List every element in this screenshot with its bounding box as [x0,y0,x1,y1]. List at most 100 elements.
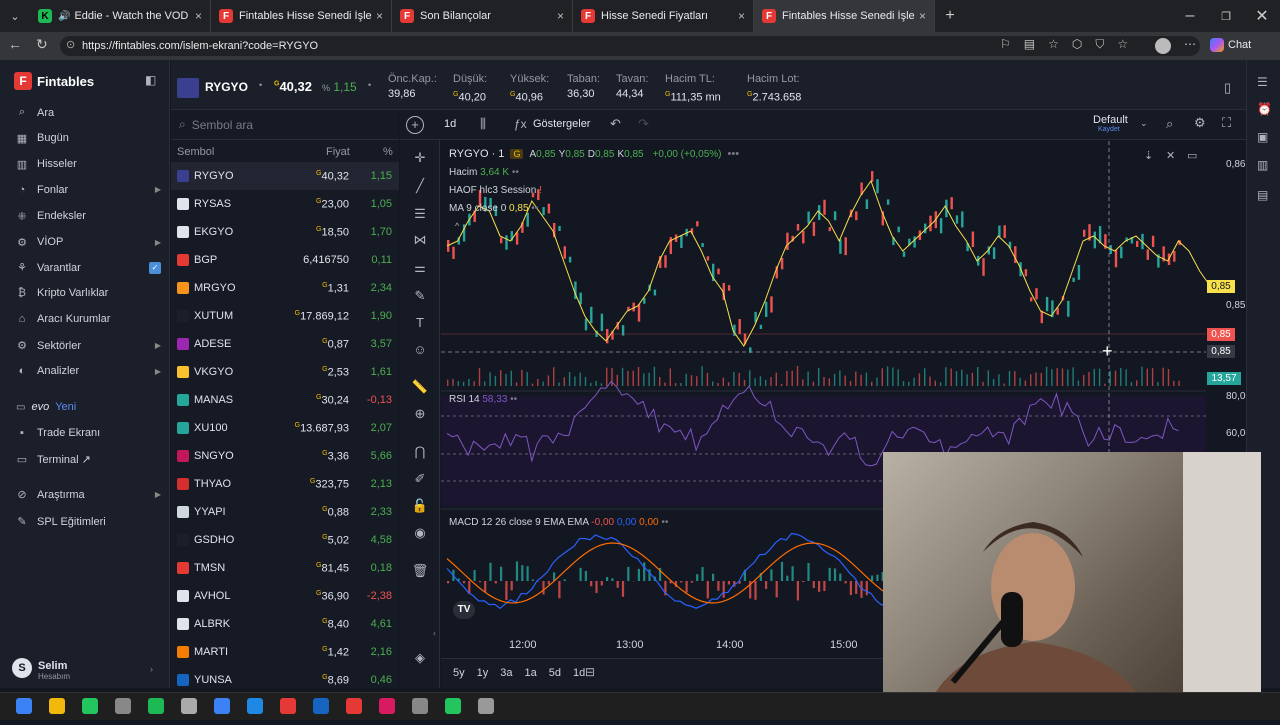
excel-taskbar-icon[interactable] [445,698,461,714]
close-tab-icon[interactable]: × [919,9,926,23]
extensions-icon[interactable]: ⬡ [1072,37,1082,52]
shield-icon[interactable]: ⛉ [1095,37,1104,52]
word-taskbar-icon[interactable] [247,698,263,714]
trash-icon[interactable]: 🗑 [411,563,429,581]
scroll-down-icon[interactable]: ⇣ [1144,149,1153,162]
close-window-icon[interactable]: ✕ [1244,6,1280,26]
watchlist-row[interactable]: ADESEG0,873,57 [171,330,399,358]
reader-icon[interactable]: ▤ [1024,37,1035,52]
watchlist-row[interactable]: MARTIG1,422,16 [171,638,399,666]
translate-icon[interactable]: ⚐ [1000,37,1011,52]
legend-more-icon[interactable]: ••• [728,148,740,160]
watchlist-row[interactable]: YYAPIG0,882,33 [171,498,399,526]
file-taskbar-icon[interactable] [115,698,131,714]
undo-icon[interactable]: ↶ [610,116,621,132]
edge-taskbar-icon[interactable] [82,698,98,714]
projection-icon[interactable]: ⚌ [411,260,429,278]
text-icon[interactable]: T [411,315,429,333]
sidebar-item-building[interactable]: ▥Hisseler [16,158,161,171]
close-tab-icon[interactable]: × [195,9,202,23]
browser-tab[interactable]: FFintables Hisse Senedi İşlem Ekranı× [211,0,392,32]
back-icon[interactable]: ← [8,36,22,52]
collapse-toolbar-icon[interactable]: ‹ [433,628,436,638]
maximize-icon[interactable]: ❐ [1208,10,1244,23]
spotify-taskbar-icon[interactable] [148,698,164,714]
watchlist-row[interactable]: MRGYOG1,312,34 [171,274,399,302]
collapse-pane-icon[interactable]: ✕ [1166,149,1175,162]
favorite-icon[interactable]: ☆ [1048,37,1059,52]
favorites-bar-icon[interactable]: ☆ [1117,37,1128,52]
zotero-taskbar-icon[interactable] [346,698,362,714]
watchlist-row[interactable]: AVHOLG36,90-2,38 [171,582,399,610]
watchlist-row[interactable]: THYAOG323,752,13 [171,470,399,498]
interval-button[interactable]: 1d [444,118,456,130]
copilot-chat-button[interactable]: Chat [1210,38,1251,52]
trendline-icon[interactable]: ╱ [411,178,429,196]
sidebar-item-crypto[interactable]: ₿Kripto Varlıklar [16,287,161,299]
fullscreen-icon[interactable]: ⛶ [1222,115,1231,131]
layout-save[interactable]: Kaydet [1098,126,1120,133]
zoom-in-icon[interactable]: ⊕ [411,406,429,424]
sidebar-item-research[interactable]: ⊘Araştırma▶ [16,488,161,501]
user-name[interactable]: Selim [38,660,67,672]
visibility-icon[interactable]: ◉ [411,525,429,543]
watchlist-row[interactable]: EKGYOG18,501,70 [171,218,399,246]
range-1y[interactable]: 1y [477,667,489,679]
sidebar-item-trade[interactable]: ▪Trade Ekranı [16,427,161,439]
minimize-icon[interactable]: – [1172,7,1208,25]
layout-name[interactable]: Default [1093,114,1128,126]
watchlist-row[interactable]: SNGYOG3,365,66 [171,442,399,470]
speaker-icon[interactable]: 🔊 [58,11,70,22]
collapse-sidebar-icon[interactable]: ◧ [145,73,156,87]
watchlist-row[interactable]: GSDHOG5,024,58 [171,526,399,554]
watchlist-row[interactable]: BGP6,4167500,11 [171,246,399,274]
profile-avatar[interactable] [1155,38,1171,54]
user-avatar[interactable]: S [12,658,32,678]
header-symbol[interactable]: RYGYO [205,80,248,94]
sidebar-item-evo[interactable]: ▭ evo Yeni [16,401,76,413]
site-info-icon[interactable]: ⊙ [66,38,75,51]
range-1a[interactable]: 1a [525,667,537,679]
watchlist-widget-icon[interactable]: ☰ [1257,75,1268,89]
brush-icon[interactable]: ✎ [411,288,429,306]
layout-chevron-icon[interactable]: ⌄ [1140,118,1148,129]
vscode-taskbar-icon[interactable] [412,698,428,714]
user-menu-chevron-icon[interactable]: › [150,664,153,674]
close-tab-icon[interactable]: × [557,9,564,23]
watchlist-row[interactable]: VKGYOG2,531,61 [171,358,399,386]
pattern-icon[interactable]: ⋈ [411,232,429,250]
candle-type-icon[interactable]: ⫼ [480,116,486,132]
sidebar-item-analysis[interactable]: ◐Analizler▶ [16,365,161,377]
emoji-icon[interactable]: ☺ [411,342,429,360]
col-price-header[interactable]: Fiyat [326,146,350,158]
sidebar-item-calendar[interactable]: ▦Bugün [16,132,161,145]
browser-tab[interactable]: K🔊Eddie - Watch the VOD on Ki× [30,0,211,32]
fib-icon[interactable]: ☰ [411,206,429,224]
close-tab-icon[interactable]: × [738,9,745,23]
calendar-widget-icon[interactable]: ▥ [1257,158,1268,172]
more-icon[interactable]: ⋯ [1184,37,1196,51]
sidebar-item-sector[interactable]: ⚙Sektörler▶ [16,339,161,352]
watchlist-row[interactable]: XU100G13.687,932,07 [171,414,399,442]
watchlist-row[interactable]: YUNSAG8,690,46 [171,666,399,694]
tab-list-icon[interactable]: ⌄ [0,0,30,32]
alerts-widget-icon[interactable]: ⏰ [1257,102,1272,116]
draw-mode-icon[interactable]: ✐ [411,471,429,489]
watchlist-row[interactable]: RYSASG23,001,05 [171,190,399,218]
settings-taskbar-icon[interactable] [478,698,494,714]
tradingview-logo-icon[interactable]: TV [453,601,475,619]
sidebar-item-fund[interactable]: ◔Fonlar▶ [16,184,161,196]
close-tab-icon[interactable]: × [376,9,383,23]
browser-tab[interactable]: FFintables Hisse Senedi İşlem Ekranı× [754,0,935,32]
symbol-search-input[interactable]: ⌕Sembol ara [171,110,399,140]
watchlist-row[interactable]: TMSNG81,450,18 [171,554,399,582]
redo-icon[interactable]: ↷ [638,116,649,132]
app-taskbar-icon[interactable] [379,698,395,714]
panel-toggle-icon[interactable]: ▯ [1224,80,1231,96]
legend-collapse-icon[interactable]: ^ [455,221,459,231]
start-taskbar-icon[interactable] [16,698,32,714]
sidebar-item-index[interactable]: ⁜Endeksler [16,210,161,223]
maximize-pane-icon[interactable]: ▭ [1187,149,1197,162]
col-pct-header[interactable]: % [383,146,393,158]
watchlist-row[interactable]: ALBRKG8,404,61 [171,610,399,638]
